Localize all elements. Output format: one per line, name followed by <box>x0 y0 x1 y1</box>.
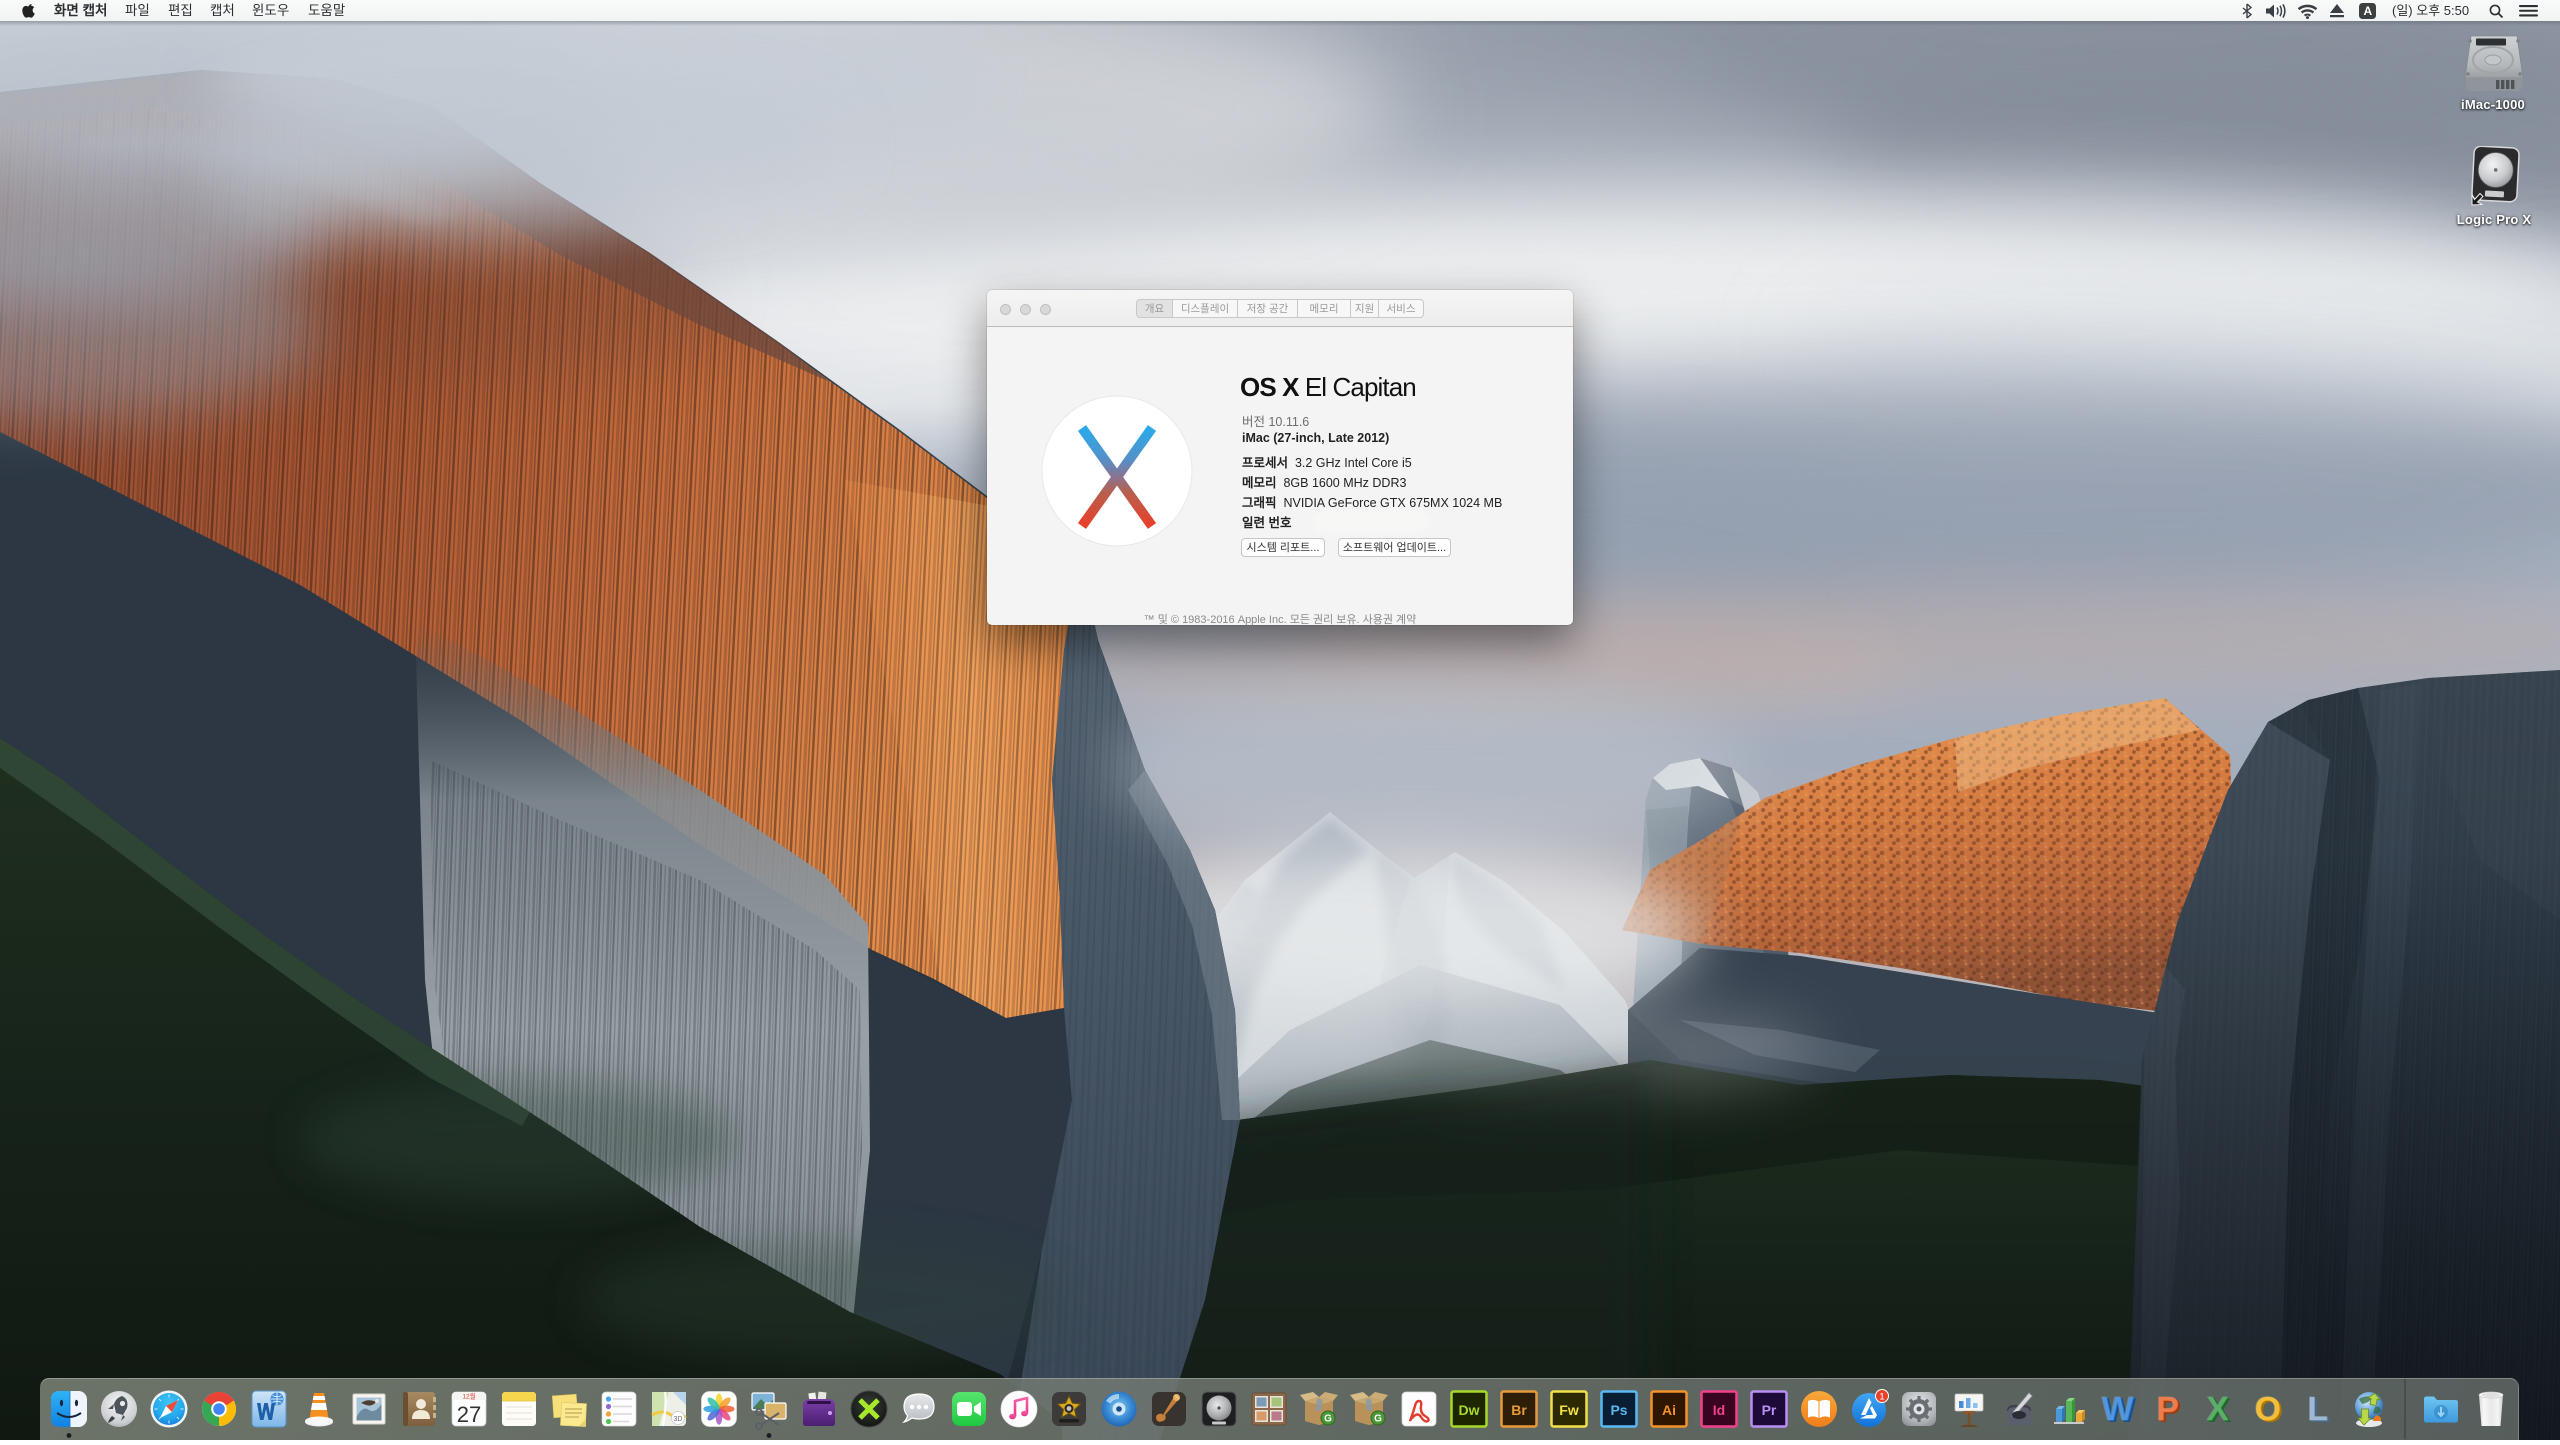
svg-text:1: 1 <box>1879 1392 1884 1403</box>
svg-text:Br: Br <box>1511 1402 1527 1418</box>
svg-text:12월: 12월 <box>462 1392 475 1401</box>
svg-text:Ai: Ai <box>1662 1402 1676 1418</box>
svg-text:G: G <box>1324 1414 1332 1425</box>
svg-text:O: O <box>2254 1390 2280 1428</box>
svg-text:3D: 3D <box>674 1416 683 1423</box>
svg-text:Id: Id <box>1713 1402 1725 1418</box>
svg-text:Fw: Fw <box>1559 1402 1579 1418</box>
svg-text:Pr: Pr <box>1762 1402 1777 1418</box>
svg-text:L: L <box>2307 1390 2328 1428</box>
svg-text:G: G <box>1374 1414 1382 1425</box>
svg-text:X: X <box>2206 1390 2229 1428</box>
svg-text:P: P <box>2156 1390 2179 1428</box>
svg-text:Ps: Ps <box>1610 1402 1627 1418</box>
svg-text:Dw: Dw <box>1459 1402 1480 1418</box>
svg-text:W: W <box>2101 1390 2134 1428</box>
svg-text:27: 27 <box>457 1402 481 1427</box>
